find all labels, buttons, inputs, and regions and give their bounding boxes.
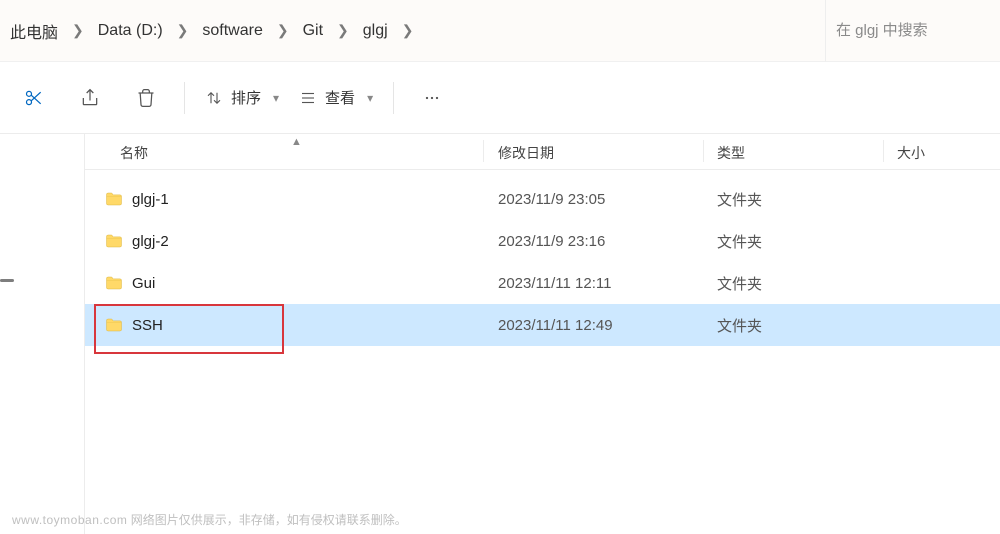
share-button[interactable] [66, 74, 114, 122]
toolbar-divider [184, 82, 185, 114]
file-row[interactable]: Gui 2023/11/11 12:11 文件夹 [85, 262, 1000, 304]
chevron-down-icon: ▾ [367, 91, 373, 105]
file-date: 2023/11/11 12:49 [498, 317, 613, 334]
column-headers: 名称 ▲ 修改日期 类型 大小 [85, 134, 1000, 170]
file-date: 2023/11/9 23:05 [498, 191, 605, 208]
breadcrumb-item-this-pc[interactable]: 此电脑 [10, 15, 68, 47]
column-divider[interactable] [483, 140, 484, 162]
folder-icon [103, 274, 125, 292]
toolbar-divider [393, 82, 394, 114]
chevron-right-icon[interactable]: ❯ [398, 22, 418, 39]
file-date: 2023/11/9 23:16 [498, 233, 605, 250]
scissors-icon [24, 88, 44, 108]
folder-icon [103, 316, 125, 334]
file-list: 名称 ▲ 修改日期 类型 大小 glgj-1 2023/11/9 23:05 文件夹… [85, 134, 1000, 534]
more-icon [422, 88, 442, 108]
folder-icon [103, 190, 125, 208]
column-header-type[interactable]: 类型 [717, 143, 745, 163]
file-type: 文件夹 [717, 231, 762, 252]
folder-icon [103, 190, 125, 208]
file-type: 文件夹 [717, 273, 762, 294]
file-row[interactable]: glgj-2 2023/11/9 23:16 文件夹 [85, 220, 1000, 262]
folder-icon [103, 316, 125, 334]
chevron-right-icon[interactable]: ❯ [273, 22, 293, 39]
folder-icon [103, 232, 125, 250]
sort-icon [205, 89, 223, 107]
delete-button[interactable] [122, 74, 170, 122]
cut-button[interactable] [10, 74, 58, 122]
folder-icon [103, 232, 125, 250]
column-header-size[interactable]: 大小 [897, 143, 925, 163]
sort-button[interactable]: 排序 ▾ [199, 74, 285, 122]
column-divider[interactable] [883, 140, 884, 162]
breadcrumb-item-software[interactable]: software [192, 18, 272, 44]
sort-indicator-asc: ▲ [291, 136, 302, 148]
navigation-panel[interactable] [0, 134, 85, 534]
file-type: 文件夹 [717, 189, 762, 210]
breadcrumb[interactable]: 此电脑 ❯ Data (D:) ❯ software ❯ Git ❯ glgj … [0, 0, 825, 62]
file-type: 文件夹 [717, 315, 762, 336]
chevron-right-icon[interactable]: ❯ [173, 22, 193, 39]
chevron-down-icon: ▾ [273, 91, 279, 105]
watermark-text: www.toymoban.com 网络图片仅供展示，非存储，如有侵权请联系删除。 [12, 511, 407, 528]
view-label: 查看 [325, 87, 355, 108]
search-input[interactable] [836, 22, 990, 39]
tree-collapse-marker [0, 279, 14, 282]
breadcrumb-item-data-d[interactable]: Data (D:) [88, 18, 173, 44]
chevron-right-icon[interactable]: ❯ [333, 22, 353, 39]
share-icon [80, 88, 100, 108]
column-divider[interactable] [703, 140, 704, 162]
file-name: glgj-1 [132, 191, 169, 208]
file-name: SSH [132, 317, 163, 334]
folder-icon [103, 274, 125, 292]
search-box[interactable] [825, 0, 1000, 62]
view-list-icon [299, 89, 317, 107]
watermark-notice: 网络图片仅供展示，非存储，如有侵权请联系删除。 [131, 513, 407, 527]
breadcrumb-item-glgj[interactable]: glgj [353, 18, 398, 44]
more-button[interactable] [408, 74, 456, 122]
breadcrumb-item-git[interactable]: Git [293, 18, 333, 44]
sort-label: 排序 [231, 87, 261, 108]
chevron-right-icon[interactable]: ❯ [68, 22, 88, 39]
file-date: 2023/11/11 12:11 [498, 275, 611, 292]
toolbar: 排序 ▾ 查看 ▾ [0, 62, 1000, 134]
file-name: glgj-2 [132, 233, 169, 250]
view-button[interactable]: 查看 ▾ [293, 74, 379, 122]
trash-icon [136, 88, 156, 108]
file-row[interactable]: SSH 2023/11/11 12:49 文件夹 [85, 304, 1000, 346]
file-row[interactable]: glgj-1 2023/11/9 23:05 文件夹 [85, 178, 1000, 220]
column-header-name[interactable]: 名称 [120, 143, 148, 163]
file-name: Gui [132, 275, 155, 292]
column-header-date[interactable]: 修改日期 [498, 143, 554, 163]
watermark-url: www.toymoban.com [12, 513, 127, 527]
